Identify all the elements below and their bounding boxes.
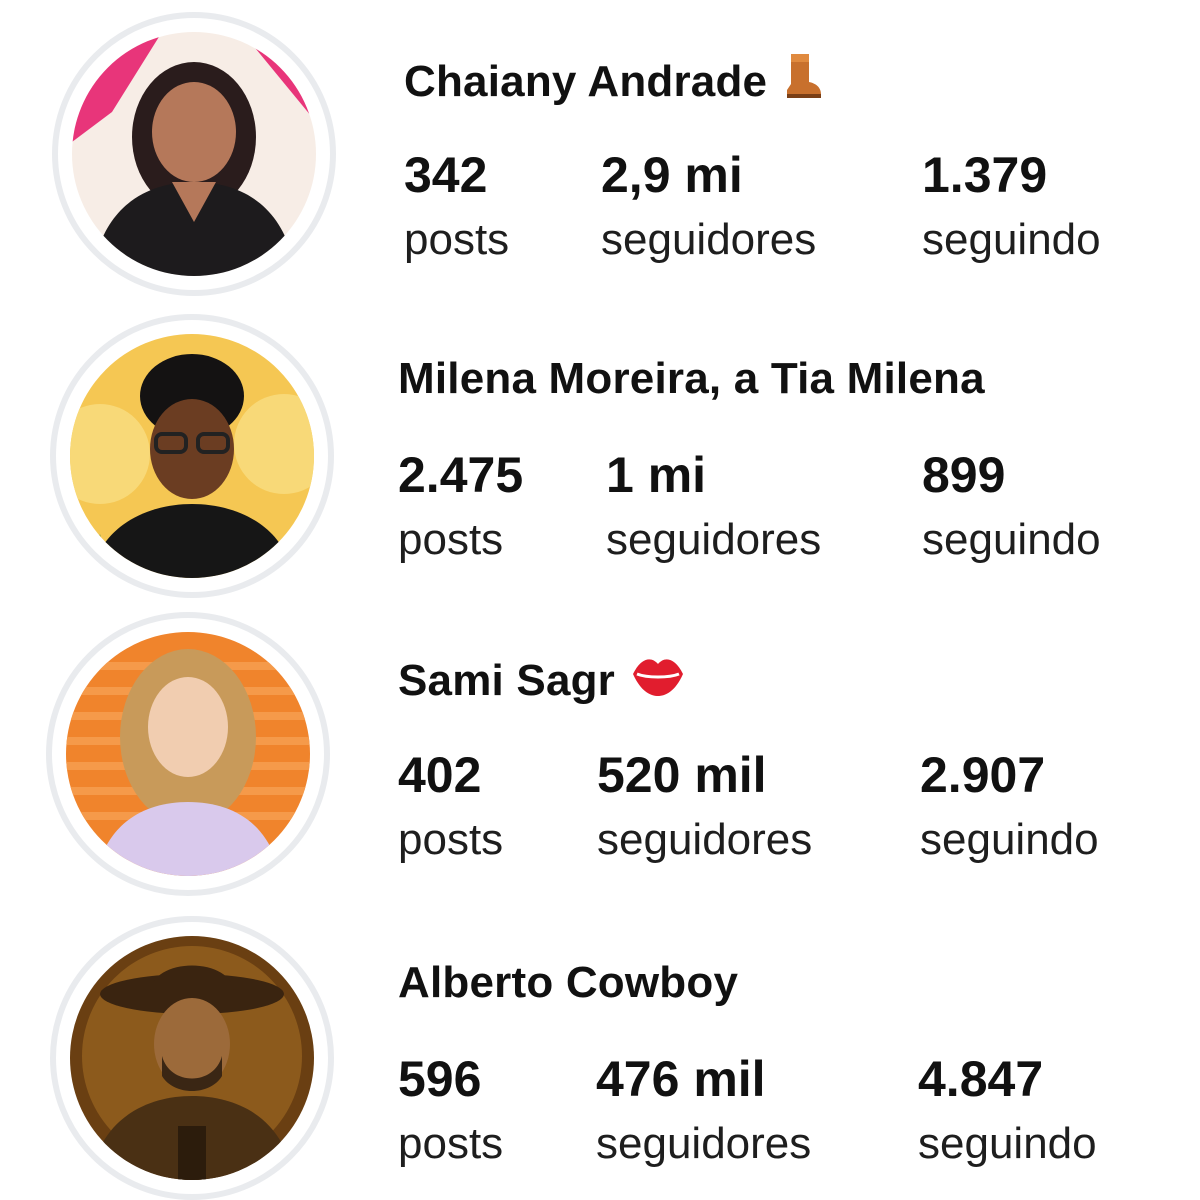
avatar-photo bbox=[72, 32, 316, 276]
posts-stat[interactable]: 342 posts bbox=[404, 150, 509, 262]
posts-stat[interactable]: 2.475 posts bbox=[398, 450, 523, 562]
following-label: seguindo bbox=[920, 815, 1099, 864]
following-label: seguindo bbox=[922, 215, 1101, 264]
posts-count: 402 bbox=[398, 747, 482, 803]
posts-count: 2.475 bbox=[398, 447, 524, 503]
posts-stat[interactable]: 596 posts bbox=[398, 1054, 503, 1166]
followers-count: 520 mil bbox=[597, 747, 767, 803]
avatar[interactable] bbox=[50, 916, 334, 1200]
profile-name[interactable]: Sami Sagr bbox=[398, 652, 685, 709]
kiss-lips-icon bbox=[631, 652, 685, 709]
followers-count: 476 mil bbox=[596, 1051, 766, 1107]
following-label: seguindo bbox=[918, 1119, 1097, 1168]
following-count: 4.847 bbox=[918, 1051, 1044, 1107]
posts-label: posts bbox=[398, 815, 504, 864]
avatar-photo bbox=[70, 334, 314, 578]
posts-label: posts bbox=[404, 215, 510, 264]
following-stat[interactable]: 899 seguindo bbox=[922, 450, 1101, 562]
profile-row[interactable]: Sami Sagr 402 posts 520 mil seguidores 2… bbox=[0, 600, 1200, 900]
followers-count: 1 mi bbox=[606, 447, 707, 503]
profile-row[interactable]: Alberto Cowboy 596 posts 476 mil seguido… bbox=[0, 900, 1200, 1200]
followers-label: seguidores bbox=[597, 815, 813, 864]
avatar[interactable] bbox=[50, 314, 334, 598]
avatar[interactable] bbox=[46, 612, 330, 896]
following-stat[interactable]: 2.907 seguindo bbox=[920, 750, 1099, 862]
following-stat[interactable]: 1.379 seguindo bbox=[922, 150, 1101, 262]
profile-name[interactable]: Milena Moreira, a Tia Milena bbox=[398, 354, 985, 404]
posts-count: 342 bbox=[404, 147, 488, 203]
followers-count: 2,9 mi bbox=[601, 147, 743, 203]
followers-label: seguidores bbox=[601, 215, 817, 264]
avatar-photo bbox=[66, 632, 310, 876]
followers-label: seguidores bbox=[596, 1119, 812, 1168]
posts-stat[interactable]: 402 posts bbox=[398, 750, 503, 862]
followers-stat[interactable]: 1 mi seguidores bbox=[606, 450, 821, 562]
profile-name[interactable]: Alberto Cowboy bbox=[398, 958, 738, 1008]
following-count: 2.907 bbox=[920, 747, 1046, 803]
profile-row[interactable]: Chaiany Andrade 342 posts 2,9 mi seguido… bbox=[0, 0, 1200, 300]
following-stat[interactable]: 4.847 seguindo bbox=[918, 1054, 1097, 1166]
profile-name-text: Chaiany Andrade bbox=[404, 56, 768, 106]
followers-label: seguidores bbox=[606, 515, 822, 564]
posts-label: posts bbox=[398, 1119, 504, 1168]
avatar-photo bbox=[70, 936, 314, 1180]
following-label: seguindo bbox=[922, 515, 1101, 564]
followers-stat[interactable]: 2,9 mi seguidores bbox=[601, 150, 816, 262]
profile-row[interactable]: Milena Moreira, a Tia Milena 2.475 posts… bbox=[0, 300, 1200, 600]
boot-icon bbox=[783, 52, 823, 111]
posts-label: posts bbox=[398, 515, 504, 564]
following-count: 1.379 bbox=[922, 147, 1048, 203]
followers-stat[interactable]: 476 mil seguidores bbox=[596, 1054, 811, 1166]
profile-name[interactable]: Chaiany Andrade bbox=[404, 52, 823, 111]
profile-name-text: Alberto Cowboy bbox=[398, 958, 739, 1007]
avatar[interactable] bbox=[52, 12, 336, 296]
profile-name-text: Sami Sagr bbox=[398, 655, 616, 705]
followers-stat[interactable]: 520 mil seguidores bbox=[597, 750, 812, 862]
posts-count: 596 bbox=[398, 1051, 482, 1107]
profile-name-text: Milena Moreira, a Tia Milena bbox=[398, 354, 985, 403]
following-count: 899 bbox=[922, 447, 1006, 503]
